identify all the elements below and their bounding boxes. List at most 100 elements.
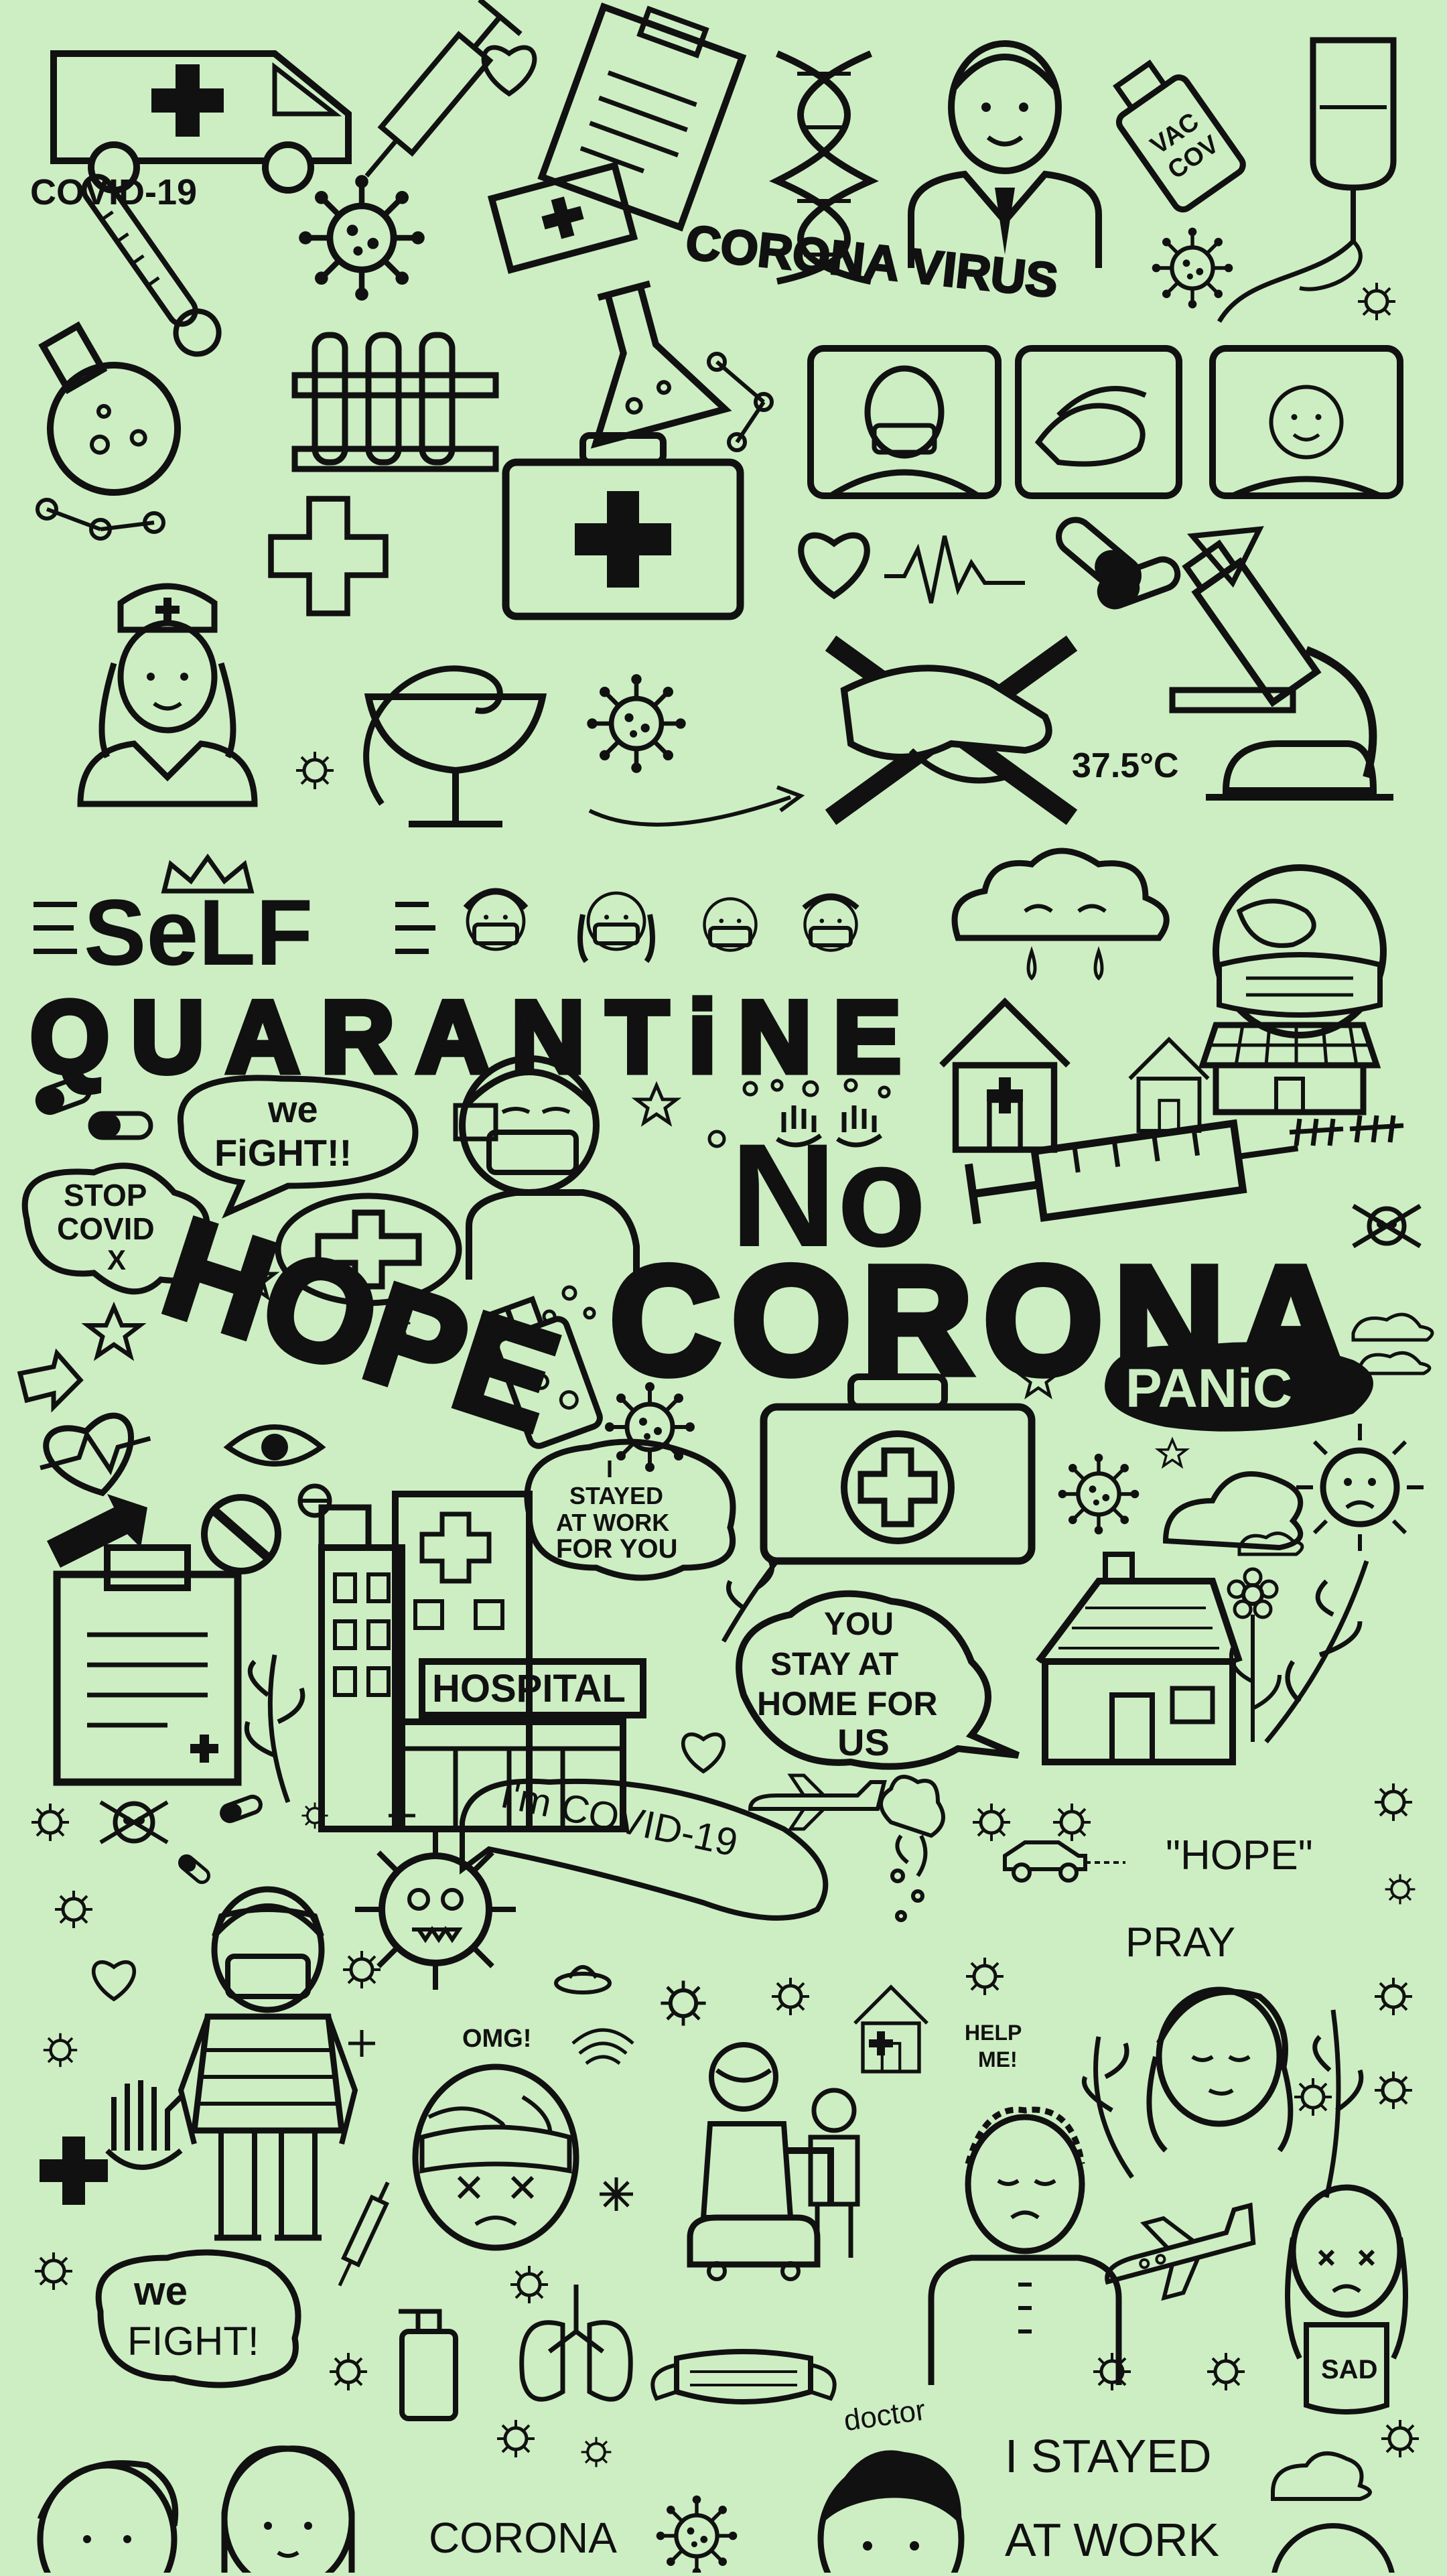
self-title: SeLF <box>33 853 435 985</box>
globe-icon <box>1271 2523 1395 2576</box>
we-fight-label: we <box>267 1088 318 1130</box>
virus-icon <box>1152 228 1233 309</box>
kid-face-icon <box>37 2460 179 2576</box>
molecule-icon <box>296 752 334 789</box>
sad-girl-icon: SAD <box>1285 2184 1408 2415</box>
stayed-label: STAYED <box>569 1482 663 1509</box>
quarantine-label: QUARANTiNE <box>30 980 901 1094</box>
tally-marks <box>1289 1115 1404 1146</box>
panic-badge: PANiC <box>1105 1342 1373 1432</box>
house-icon <box>1130 1040 1209 1132</box>
masked-kid-icon <box>178 1886 358 2241</box>
sanitizer-icon <box>399 2309 458 2421</box>
doctor-face-icon <box>817 2450 965 2576</box>
help-me-label: ME! <box>978 2047 1018 2072</box>
vaccine-bottle-icon: VAC COV <box>1113 59 1246 213</box>
sad-label: SAD <box>1321 2355 1377 2384</box>
dotted-arrow <box>588 795 791 827</box>
first-aid-kit-icon <box>760 1373 1036 1565</box>
pill-icon <box>297 1483 332 1518</box>
hope-quote-label: "HOPE" <box>1166 1832 1313 1879</box>
pill-icon <box>201 1494 281 1574</box>
heart-icon <box>683 1735 724 1771</box>
temperature-label: 37.5°C <box>1072 746 1179 785</box>
globe-mask-icon <box>412 2063 579 2251</box>
first-aid-box-icon <box>487 161 638 274</box>
corona-small-label: CORONA <box>429 2514 617 2562</box>
at-work-label: AT WORK <box>1005 2514 1219 2566</box>
virus-icon <box>605 1382 695 1472</box>
building-icon <box>1198 1022 1381 1115</box>
stay-home-label: STAY AT <box>770 1647 898 1682</box>
hand-washing-icon <box>1015 345 1182 499</box>
clipboard-icon <box>53 1544 242 1786</box>
stayed-label: AT WORK <box>556 1509 669 1536</box>
girl-face-icon <box>221 2445 355 2576</box>
virus-icon <box>657 2496 738 2573</box>
wifi-icon <box>571 2028 634 2065</box>
no-handshake-icon <box>825 635 1078 825</box>
star-icon <box>1157 1438 1188 1467</box>
first-aid-kit-icon <box>502 432 744 620</box>
robot-icon <box>687 2042 860 2281</box>
house-icon <box>1036 1552 1243 1765</box>
monster-virus-icon <box>355 1829 516 1990</box>
stayed-label: FOR YOU <box>556 1534 678 1564</box>
we-fight-label: FIGHT! <box>127 2319 259 2364</box>
clipboard-icon <box>537 2 747 232</box>
ufo-icon <box>554 1965 612 1994</box>
house-icon <box>855 1987 927 2072</box>
star-icon <box>88 1307 140 1356</box>
pill-icon <box>178 1854 210 1885</box>
masked-people-row <box>463 888 859 963</box>
flask-icon <box>590 280 732 449</box>
sick-boy-icon <box>928 2106 1122 2385</box>
virus-icon <box>299 175 425 301</box>
doodle-canvas: COVID-19 VAC COV CORONA VIRUS 37.5°C SeL… <box>17 0 1434 2576</box>
test-tubes-icon <box>291 332 499 472</box>
praying-girl-icon <box>1146 1986 1294 2153</box>
house-icon <box>942 1002 1069 1150</box>
car-icon <box>1003 1840 1125 1883</box>
iv-bag-icon <box>1217 37 1397 323</box>
stop-covid-label: COVID <box>57 1211 155 1246</box>
stayed-at-work-bubble: I STAYED AT WORK FOR YOU <box>524 1438 736 1581</box>
cloud-icon <box>1271 2451 1372 2501</box>
cloud-icon <box>1358 1351 1432 1375</box>
medical-cross-icon <box>40 2137 108 2205</box>
hand-icon <box>105 2080 183 2170</box>
globe-mask-icon <box>1213 864 1387 1038</box>
stay-home-label: YOU <box>824 1607 894 1642</box>
i-stayed-label: I STAYED <box>1005 2430 1212 2482</box>
arrow-icon <box>47 1494 147 1568</box>
hospital-label: HOSPITAL <box>432 1667 626 1710</box>
face-mask-icon <box>650 2349 837 2404</box>
microscope-icon <box>1169 539 1393 801</box>
virus-icon <box>1358 283 1395 320</box>
pray-label: PRAY <box>1125 1919 1235 1966</box>
medical-cross-icon <box>271 499 386 614</box>
doodle-wallpaper: COVID-19 VAC COV CORONA VIRUS 37.5°C SeL… <box>0 0 1447 2576</box>
doctor-icon <box>908 40 1102 268</box>
we-fight-bubble: we FIGHT! <box>95 2249 301 2388</box>
we-fight-label: FiGHT!! <box>214 1132 352 1174</box>
self-label: SeLF <box>84 880 313 985</box>
omg-label: OMG! <box>462 2025 531 2053</box>
stop-covid-label: X <box>107 1244 126 1276</box>
crying-cloud-icon <box>951 848 1170 981</box>
stayed-label: I <box>606 1455 613 1483</box>
help-me-label: HELP <box>965 2021 1022 2045</box>
stay-home-label: HOME FOR <box>757 1685 937 1722</box>
lungs-icon <box>519 2285 633 2402</box>
pharmacy-icon <box>363 665 547 827</box>
heart-icon <box>94 1962 135 1999</box>
pill-icon <box>220 1794 263 1824</box>
virus-icon <box>1058 1454 1140 1535</box>
sick-person-icon <box>1209 345 1403 499</box>
we-fight-bubble: we FiGHT!! <box>177 1075 419 1219</box>
heart-icon <box>484 48 535 94</box>
cloud-icon <box>1351 1312 1434 1342</box>
smoke-cloud-icon <box>879 1775 945 1922</box>
syringe-icon <box>338 2181 390 2287</box>
skull-icon <box>1352 1203 1422 1249</box>
